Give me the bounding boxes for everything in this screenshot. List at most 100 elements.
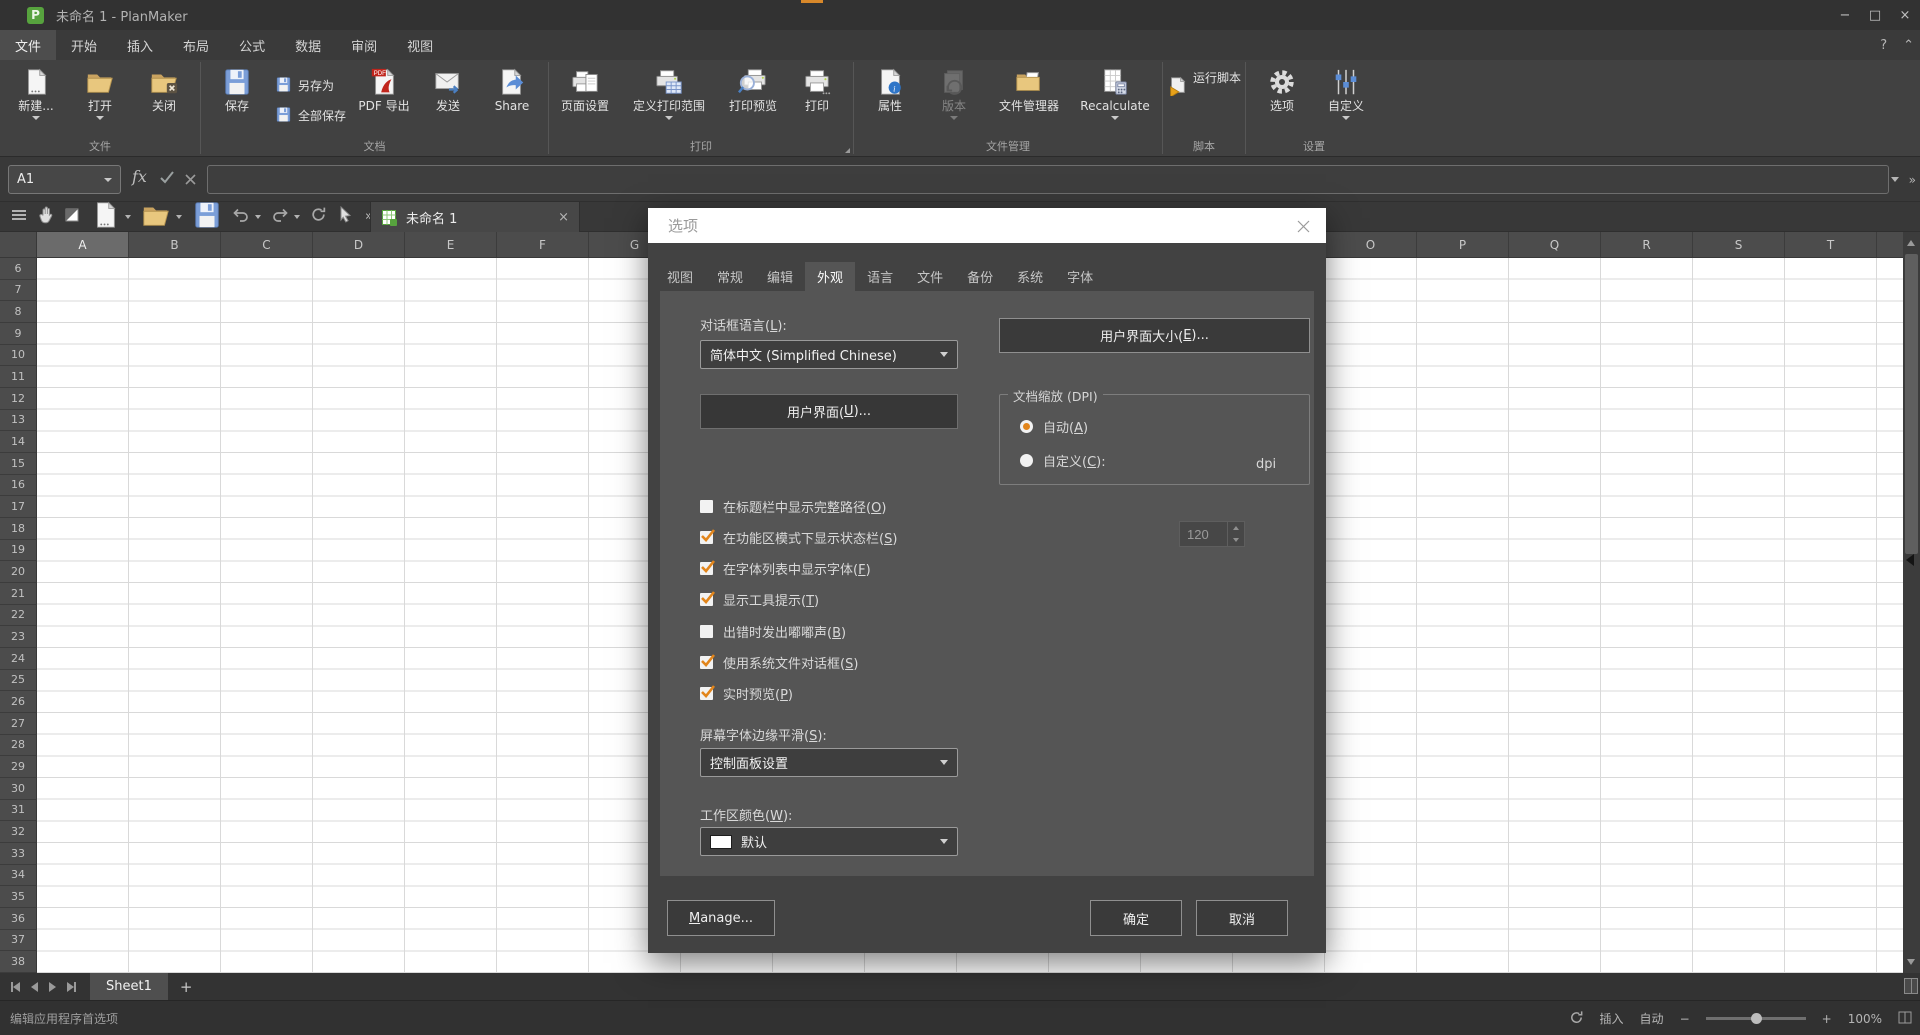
dialog-tab-常规[interactable]: 常规 <box>705 262 755 291</box>
row-header-32[interactable]: 32 <box>0 821 37 843</box>
dialog-tab-编辑[interactable]: 编辑 <box>755 262 805 291</box>
repeat-icon[interactable] <box>1569 1010 1584 1028</box>
ribbon-button-文件管理器[interactable]: 文件管理器 <box>986 62 1072 139</box>
row-header-36[interactable]: 36 <box>0 907 37 930</box>
scroll-up-icon[interactable] <box>1907 240 1915 246</box>
dpi-stepper[interactable] <box>1227 522 1244 546</box>
row-header-20[interactable]: 20 <box>0 561 37 583</box>
next-sheet-button[interactable] <box>49 981 56 992</box>
row-header-21[interactable]: 21 <box>0 582 37 605</box>
dialog-tab-备份[interactable]: 备份 <box>955 262 1005 291</box>
confirm-entry-button[interactable] <box>158 169 176 189</box>
ribbon-button-发送[interactable]: 发送 <box>416 62 480 139</box>
auto-mode-indicator[interactable]: 自动 <box>1640 1010 1664 1027</box>
menu-tab-数据[interactable]: 数据 <box>280 30 336 60</box>
zoom-slider[interactable] <box>1705 1013 1806 1024</box>
checkbox-在标题栏中显示完整路径(O)[interactable]: 在标题栏中显示完整路径(O) <box>700 496 886 516</box>
help-button[interactable]: ? <box>1880 38 1887 53</box>
qat-new-document-icon[interactable] <box>90 200 131 234</box>
dialog-tab-外观[interactable]: 外观 <box>805 262 856 291</box>
document-tab[interactable]: 未命名 1 × <box>370 202 580 232</box>
row-header-17[interactable]: 17 <box>0 496 37 518</box>
workspace-color-select[interactable]: 默认 <box>700 827 958 856</box>
ribbon-button-打印预览[interactable]: 打印预览 <box>721 62 785 139</box>
ribbon-button-Share[interactable]: Share <box>480 62 544 139</box>
ribbon-button-页面设置[interactable]: 页面设置 <box>553 62 617 139</box>
ribbon-button-打印[interactable]: 打印 <box>785 62 849 139</box>
row-header-28[interactable]: 28 <box>0 734 37 757</box>
function-wizard-button[interactable]: fx <box>132 167 147 186</box>
row-header-10[interactable]: 10 <box>0 344 37 367</box>
row-header-27[interactable]: 27 <box>0 712 37 735</box>
dialog-tab-系统[interactable]: 系统 <box>1005 262 1055 291</box>
row-header-24[interactable]: 24 <box>0 647 37 670</box>
qat-save-icon[interactable] <box>192 200 222 234</box>
zoom-slider-thumb[interactable] <box>1750 1013 1762 1024</box>
qat-view-toggle-icon[interactable] <box>64 207 80 227</box>
menu-tab-文件[interactable]: 文件 <box>0 30 57 60</box>
column-header-T[interactable]: T <box>1785 232 1877 257</box>
cancel-entry-button[interactable] <box>184 171 197 190</box>
column-header-C[interactable]: C <box>221 232 313 257</box>
dpi-auto-radio[interactable]: 自动(A) <box>1020 417 1088 436</box>
split-view-icon[interactable] <box>1904 978 1918 994</box>
ribbon-button-保存[interactable]: 保存 <box>205 62 269 139</box>
row-header-18[interactable]: 18 <box>0 517 37 540</box>
dialog-tab-语言[interactable]: 语言 <box>855 262 905 291</box>
row-header-34[interactable]: 34 <box>0 864 37 887</box>
ribbon-button-运行脚本[interactable]: 运行脚本 <box>1167 62 1241 139</box>
row-header-22[interactable]: 22 <box>0 604 37 627</box>
dialog-launcher-icon[interactable] <box>845 148 851 153</box>
qat-redo-icon[interactable] <box>271 206 300 228</box>
minimize-button[interactable]: − <box>1830 0 1860 30</box>
qat-pointer-icon[interactable] <box>337 205 353 227</box>
ribbon-button-选项[interactable]: 选项 <box>1250 62 1314 139</box>
column-header-Q[interactable]: Q <box>1509 232 1601 257</box>
add-sheet-button[interactable]: + <box>180 978 193 996</box>
dialog-tab-字体[interactable]: 字体 <box>1055 262 1105 291</box>
ribbon-button-Recalculate[interactable]: Recalculate <box>1072 62 1158 139</box>
dialog-close-icon[interactable] <box>1292 215 1314 237</box>
row-header-14[interactable]: 14 <box>0 431 37 453</box>
checkbox-使用系统文件对话框(S)[interactable]: 使用系统文件对话框(S) <box>700 653 858 673</box>
sheet-tab-sheet1[interactable]: Sheet1 <box>90 973 168 1000</box>
column-header-B[interactable]: B <box>129 232 221 257</box>
menu-tab-布局[interactable]: 布局 <box>168 30 224 60</box>
column-header-P[interactable]: P <box>1417 232 1509 257</box>
row-header-8[interactable]: 8 <box>0 301 37 323</box>
spin-down-icon[interactable] <box>1233 538 1239 542</box>
ribbon-button-全部保存[interactable]: 全部保存 <box>275 106 346 126</box>
row-header-30[interactable]: 30 <box>0 777 37 800</box>
insert-mode-indicator[interactable]: 插入 <box>1600 1010 1624 1027</box>
zoom-in-button[interactable]: + <box>1822 1012 1832 1026</box>
spin-up-icon[interactable] <box>1233 526 1239 530</box>
row-header-11[interactable]: 11 <box>0 366 37 388</box>
row-header-12[interactable]: 12 <box>0 387 37 410</box>
column-header-E[interactable]: E <box>405 232 497 257</box>
ui-size-button[interactable]: 用户界面大小(E)... <box>999 318 1310 353</box>
menu-tab-审阅[interactable]: 审阅 <box>336 30 392 60</box>
row-header-35[interactable]: 35 <box>0 886 37 908</box>
close-button[interactable]: × <box>1890 0 1920 30</box>
ribbon-button-关闭[interactable]: 关闭 <box>132 62 196 139</box>
row-header-9[interactable]: 9 <box>0 322 37 345</box>
dialog-tab-文件[interactable]: 文件 <box>905 262 955 291</box>
ribbon-button-另存为[interactable]: 另存为 <box>275 76 346 96</box>
checkbox-出错时发出嘟嘟声(B)[interactable]: 出错时发出嘟嘟声(B) <box>700 621 846 641</box>
formula-bar-options-icon[interactable] <box>1890 177 1899 182</box>
checkbox-实时预览(P)[interactable]: 实时预览(P) <box>700 684 793 704</box>
document-tab-close-icon[interactable]: × <box>558 210 569 225</box>
ribbon-button-PDF 导出[interactable]: PDF PDF 导出 <box>352 62 416 139</box>
row-header-15[interactable]: 15 <box>0 452 37 475</box>
column-header-D[interactable]: D <box>313 232 405 257</box>
row-header-13[interactable]: 13 <box>0 409 37 432</box>
split-marker-icon[interactable] <box>1906 554 1914 566</box>
scroll-down-icon[interactable] <box>1907 959 1915 965</box>
previous-sheet-button[interactable] <box>31 981 38 992</box>
row-header-16[interactable]: 16 <box>0 474 37 497</box>
row-header-7[interactable]: 7 <box>0 279 37 302</box>
dialog-tab-视图[interactable]: 视图 <box>655 262 705 291</box>
checkbox-在功能区模式下显示状态栏(S)[interactable]: 在功能区模式下显示状态栏(S) <box>700 527 897 547</box>
ribbon-button-属性[interactable]: i 属性 <box>858 62 922 139</box>
menu-tab-公式[interactable]: 公式 <box>224 30 280 60</box>
